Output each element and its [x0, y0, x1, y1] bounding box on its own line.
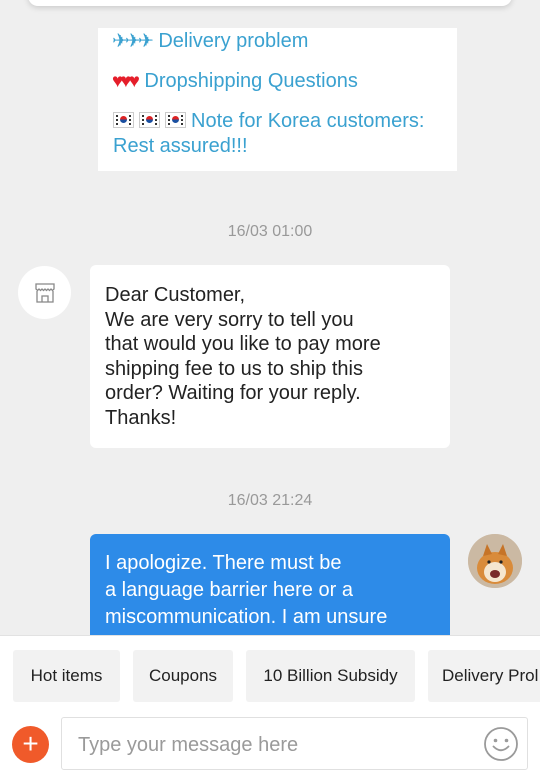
faq-item-dropshipping-questions[interactable]: ♥♥♥ Dropshipping Questions	[112, 69, 358, 94]
outgoing-message-bubble: I apologize. There must be a language ba…	[90, 534, 450, 644]
faq-item-korea-note[interactable]: Note for Korea customers: Rest assured!!…	[113, 109, 424, 159]
emoji-icon[interactable]	[483, 726, 519, 762]
faq-item-label: Dropshipping Questions	[144, 70, 358, 92]
message-input[interactable]	[76, 728, 480, 762]
message-input-box	[61, 717, 528, 770]
heart-icon: ♥♥♥	[112, 71, 140, 92]
previous-card-edge	[28, 0, 512, 6]
faq-card: ✈✈✈ Delivery problem ♥♥♥ Dropshipping Qu…	[98, 28, 457, 171]
user-photo-icon	[468, 534, 522, 588]
faq-item-label: Note for Korea customers:	[191, 110, 425, 132]
korea-flag-icon	[113, 112, 134, 128]
user-avatar[interactable]	[468, 534, 522, 588]
quick-reply-chip[interactable]: Delivery Prol	[428, 650, 540, 702]
quick-reply-chip[interactable]: Hot items	[13, 650, 120, 702]
quick-reply-chip[interactable]: 10 Billion Subsidy	[246, 650, 415, 702]
korea-flag-icon	[165, 112, 186, 128]
faq-item-delivery-problem[interactable]: ✈✈✈ Delivery problem	[112, 29, 308, 54]
message-timestamp: 16/03 01:00	[227, 223, 313, 240]
airplane-icon: ✈✈✈	[112, 31, 154, 52]
incoming-message-bubble: Dear Customer, We are very sorry to tell…	[90, 265, 450, 448]
add-attachment-button[interactable]: +	[12, 726, 49, 763]
message-timestamp: 16/03 21:24	[227, 492, 313, 509]
quick-reply-chip[interactable]: Coupons	[133, 650, 233, 702]
bottom-panel: Hot items Coupons 10 Billion Subsidy Del…	[0, 635, 540, 780]
store-icon	[34, 282, 55, 303]
faq-item-label-line2: Rest assured!!!	[113, 135, 248, 157]
faq-item-label: Delivery problem	[158, 30, 309, 52]
korea-flag-icon	[139, 112, 160, 128]
shop-avatar[interactable]	[18, 266, 71, 319]
